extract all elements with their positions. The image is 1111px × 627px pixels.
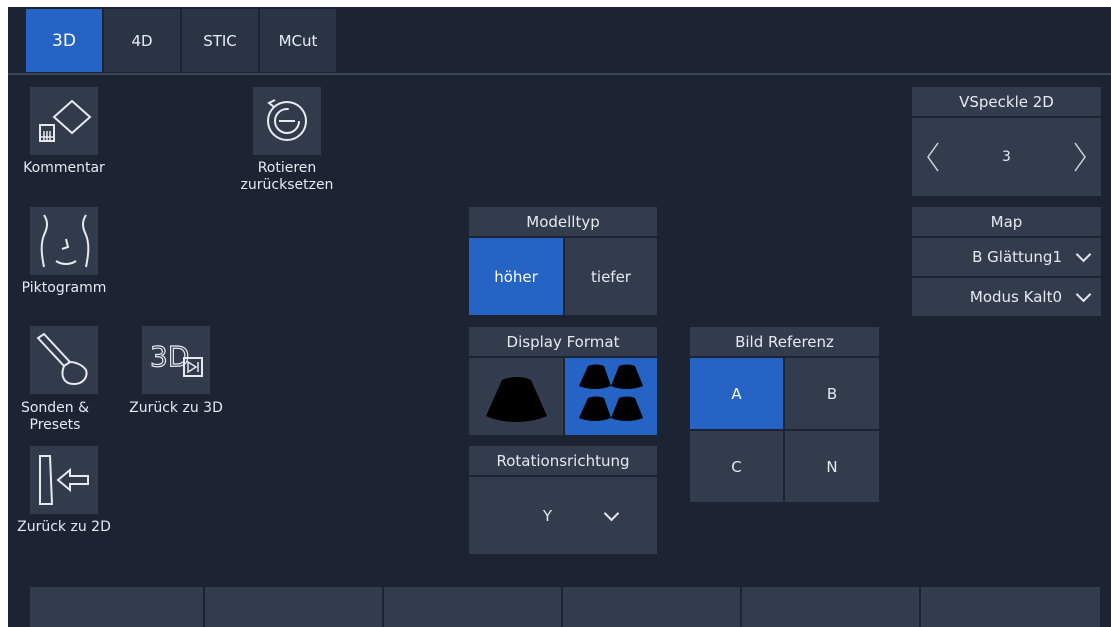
bild-referenz-n-button[interactable]: N bbox=[785, 431, 879, 502]
annotation-icon bbox=[39, 99, 92, 142]
modelltyp-header: Modelltyp bbox=[469, 207, 657, 236]
sonden-label-line2: Presets bbox=[29, 417, 81, 433]
modelltyp-title: Modelltyp bbox=[526, 212, 600, 231]
bild-referenz-c-label: C bbox=[731, 457, 742, 476]
body-pictogram-icon bbox=[40, 214, 90, 268]
map-title: Map bbox=[990, 212, 1023, 231]
rotieren-label-line1: Rotieren bbox=[257, 160, 317, 176]
zurueck-zu-2d-button[interactable] bbox=[30, 446, 98, 514]
tiefer-label: tiefer bbox=[591, 267, 631, 286]
probe-icon bbox=[36, 332, 88, 386]
map-glaettung-dropdown[interactable]: B Glättung1 bbox=[912, 238, 1101, 276]
ultrasound-touch-panel: 3D 4D STIC MCut Kommentar Rotieren zurüc… bbox=[8, 7, 1111, 627]
modelltyp-tiefer-button[interactable]: tiefer bbox=[565, 238, 657, 315]
kommentar-label: Kommentar bbox=[23, 160, 105, 176]
bottom-soft-button-4[interactable] bbox=[563, 587, 740, 627]
sonden-presets-button[interactable] bbox=[30, 326, 98, 394]
bottom-soft-button-6[interactable] bbox=[921, 587, 1100, 627]
chevron-left-icon[interactable] bbox=[918, 137, 948, 177]
rotationsrichtung-dropdown[interactable]: Y bbox=[469, 477, 657, 554]
tab-mcut-label: MCut bbox=[278, 31, 318, 50]
bottom-soft-button-3[interactable] bbox=[384, 587, 561, 627]
rotate-reset-icon bbox=[267, 99, 307, 141]
bild-referenz-b-label: B bbox=[826, 384, 838, 403]
sonden-label-line1: Sonden & bbox=[20, 400, 90, 416]
quad-sector-icon bbox=[579, 364, 643, 421]
bottom-soft-button-2[interactable] bbox=[205, 587, 382, 627]
modelltyp-hoeher-button[interactable]: höher bbox=[469, 238, 563, 315]
rotieren-label: Rotieren zurücksetzen bbox=[220, 160, 354, 194]
chevron-down-icon bbox=[1075, 246, 1092, 263]
chevron-right-icon[interactable] bbox=[1065, 137, 1095, 177]
single-sector-icon bbox=[486, 377, 547, 422]
tab-stic-label: STIC bbox=[203, 31, 237, 50]
map-header: Map bbox=[912, 207, 1101, 236]
rotationsrichtung-title: Rotationsrichtung bbox=[496, 451, 630, 470]
tab-3d[interactable]: 3D bbox=[26, 9, 102, 72]
rotationsrichtung-header: Rotationsrichtung bbox=[469, 446, 657, 475]
tab-divider bbox=[8, 73, 1111, 75]
bild-referenz-a-button[interactable]: A bbox=[690, 358, 783, 429]
chevron-down-icon bbox=[603, 505, 620, 521]
zurueck-3d-label: Zurück zu 3D bbox=[129, 400, 223, 416]
tab-3d-label: 3D bbox=[52, 30, 76, 51]
bild-referenz-b-button[interactable]: B bbox=[785, 358, 879, 429]
display-format-title: Display Format bbox=[506, 332, 620, 351]
sonden-label: Sonden & Presets bbox=[14, 400, 96, 434]
display-format-header: Display Format bbox=[469, 327, 657, 356]
bild-referenz-title: Bild Referenz bbox=[735, 332, 834, 351]
display-format-single-button[interactable] bbox=[469, 358, 563, 435]
map-modus-value: Modus Kalt0 bbox=[969, 288, 1062, 306]
kommentar-button[interactable] bbox=[30, 87, 98, 155]
back-to-3d-icon: 3D bbox=[149, 339, 203, 377]
vspeckle-value: 3 bbox=[1002, 149, 1011, 165]
rotieren-label-line2: zurücksetzen bbox=[240, 177, 334, 193]
map-glaettung-value: B Glättung1 bbox=[972, 248, 1062, 266]
bild-referenz-a-label: A bbox=[731, 384, 742, 403]
back-to-2d-icon bbox=[39, 455, 89, 505]
tab-4d[interactable]: 4D bbox=[104, 9, 180, 72]
vspeckle-title: VSpeckle 2D bbox=[959, 92, 1054, 111]
zurueck-zu-3d-button[interactable]: 3D bbox=[142, 326, 210, 394]
tab-stic[interactable]: STIC bbox=[182, 9, 258, 72]
chevron-down-icon bbox=[1075, 286, 1092, 303]
piktogramm-button[interactable] bbox=[30, 207, 98, 275]
bild-referenz-header: Bild Referenz bbox=[690, 327, 879, 356]
bottom-soft-button-5[interactable] bbox=[742, 587, 919, 627]
rotationsrichtung-value: Y bbox=[542, 506, 553, 525]
rotieren-zuruecksetzen-button[interactable] bbox=[253, 87, 321, 155]
vspeckle-stepper: 3 bbox=[912, 118, 1101, 196]
bild-referenz-n-label: N bbox=[826, 457, 838, 476]
hoeher-label: höher bbox=[494, 267, 538, 286]
piktogramm-label: Piktogramm bbox=[21, 280, 107, 296]
map-modus-dropdown[interactable]: Modus Kalt0 bbox=[912, 278, 1101, 316]
vspeckle-header: VSpeckle 2D bbox=[912, 87, 1101, 116]
bild-referenz-c-button[interactable]: C bbox=[690, 431, 783, 502]
bottom-soft-button-1[interactable] bbox=[30, 587, 203, 627]
tab-mcut[interactable]: MCut bbox=[260, 9, 336, 72]
display-format-quad-button[interactable] bbox=[565, 358, 657, 435]
tab-4d-label: 4D bbox=[131, 31, 153, 50]
zurueck-2d-label: Zurück zu 2D bbox=[17, 519, 111, 535]
